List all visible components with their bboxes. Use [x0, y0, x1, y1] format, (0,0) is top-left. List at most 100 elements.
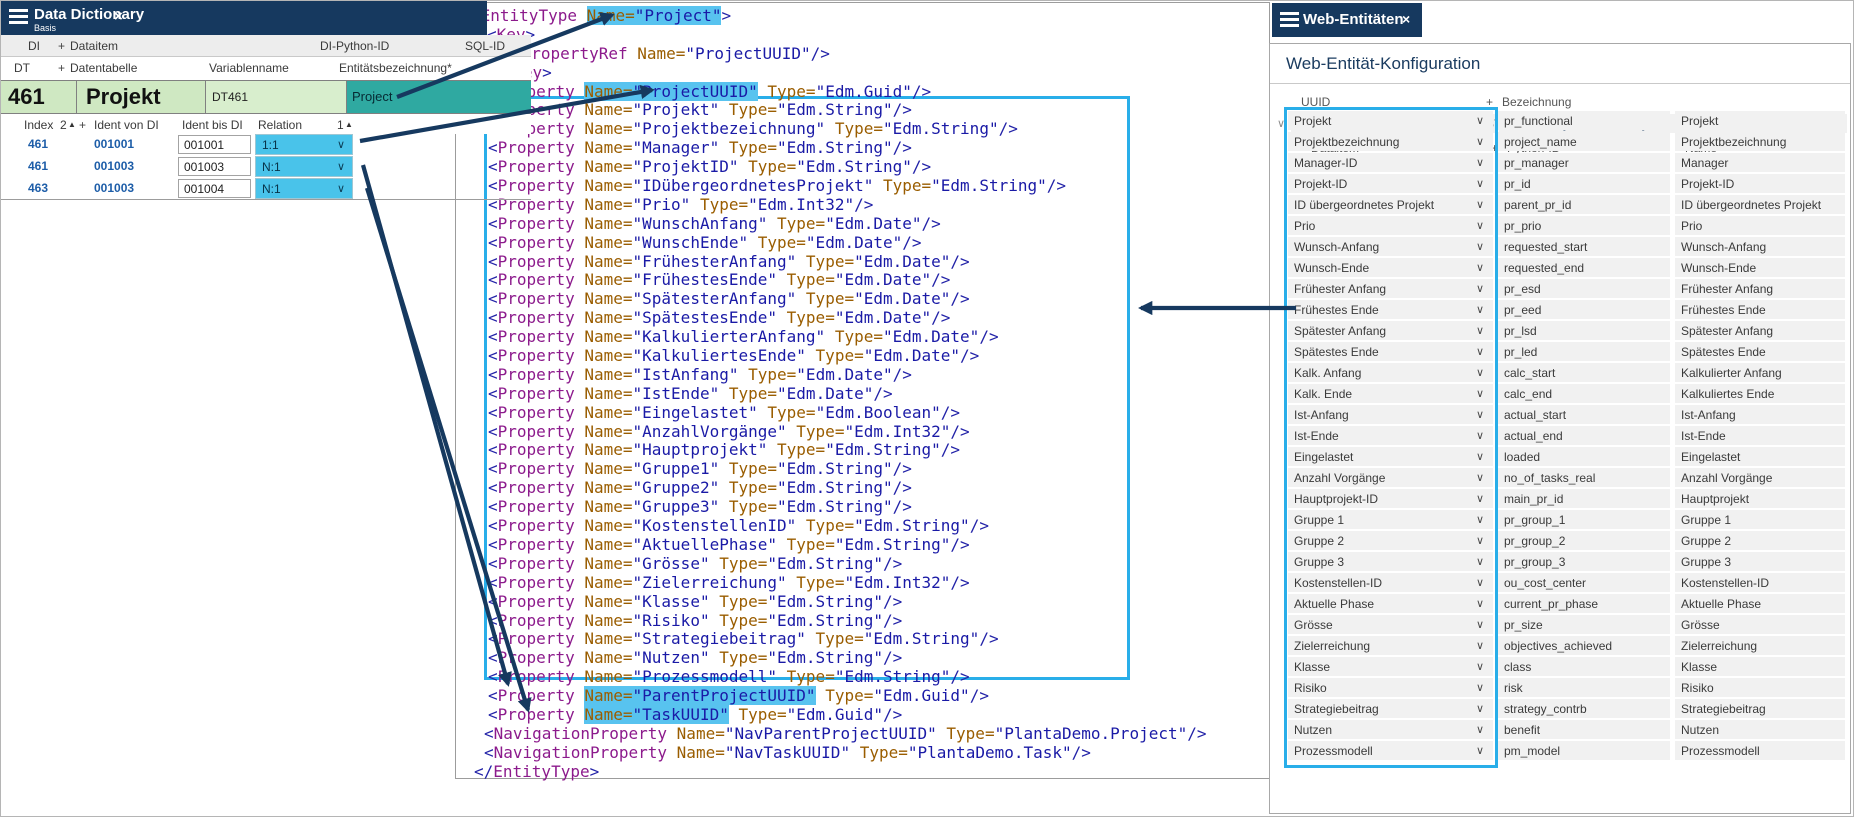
name-cell[interactable]: Kostenstellen-ID: [1675, 573, 1845, 592]
name-cell[interactable]: Aktuelle Phase: [1675, 594, 1845, 613]
python-id-cell[interactable]: risk: [1498, 678, 1670, 697]
ident-bis-di-field[interactable]: 001004: [178, 179, 251, 198]
chevron-down-icon[interactable]: ∨: [1476, 618, 1484, 631]
dataitem-dropdown[interactable]: Hauptprojekt-ID∨: [1288, 489, 1493, 508]
dataitem-dropdown[interactable]: Ist-Ende∨: [1288, 426, 1493, 445]
dataitem-dropdown[interactable]: Projekt-ID∨: [1288, 174, 1493, 193]
ident-bis-di-field[interactable]: 001001: [178, 135, 251, 154]
name-cell[interactable]: Eingelastet: [1675, 447, 1845, 466]
python-id-cell[interactable]: no_of_tasks_real: [1498, 468, 1670, 487]
python-id-cell[interactable]: pr_lsd: [1498, 321, 1670, 340]
python-id-cell[interactable]: pr_led: [1498, 342, 1670, 361]
chevron-down-icon[interactable]: ∨: [1476, 114, 1484, 127]
index-cell[interactable]: 461: [28, 159, 48, 173]
name-cell[interactable]: Kalkuliertes Ende: [1675, 384, 1845, 403]
plus-icon[interactable]: +: [1486, 95, 1493, 109]
python-id-cell[interactable]: pm_model: [1498, 741, 1670, 760]
chevron-down-icon[interactable]: ∨: [1476, 387, 1484, 400]
python-id-cell[interactable]: calc_end: [1498, 384, 1670, 403]
dataitem-dropdown[interactable]: Grösse∨: [1288, 615, 1493, 634]
name-cell[interactable]: Manager: [1675, 153, 1845, 172]
dataitem-dropdown[interactable]: Gruppe 2∨: [1288, 531, 1493, 550]
chevron-down-icon[interactable]: ∨: [1476, 303, 1484, 316]
name-cell[interactable]: Prozessmodell: [1675, 741, 1845, 760]
name-cell[interactable]: Spätestes Ende: [1675, 342, 1845, 361]
name-cell[interactable]: Grösse: [1675, 615, 1845, 634]
dataitem-dropdown[interactable]: Spätester Anfang∨: [1288, 321, 1493, 340]
dataitem-dropdown[interactable]: Nutzen∨: [1288, 720, 1493, 739]
chevron-down-icon[interactable]: ∨: [1476, 408, 1484, 421]
python-id-cell[interactable]: pr_size: [1498, 615, 1670, 634]
python-id-cell[interactable]: parent_pr_id: [1498, 195, 1670, 214]
dataitem-dropdown[interactable]: Prio∨: [1288, 216, 1493, 235]
web-entities-tab[interactable]: Web-Entitäten ×: [1272, 3, 1422, 37]
chevron-down-icon[interactable]: ∨: [1476, 702, 1484, 715]
entitaetsbezeichnung-cell[interactable]: Project: [347, 81, 531, 113]
relation-dropdown[interactable]: 1:1∨: [255, 134, 353, 155]
name-cell[interactable]: Gruppe 2: [1675, 531, 1845, 550]
python-id-cell[interactable]: pr_esd: [1498, 279, 1670, 298]
name-cell[interactable]: Gruppe 3: [1675, 552, 1845, 571]
chevron-down-icon[interactable]: ∨: [1476, 513, 1484, 526]
chevron-down-icon[interactable]: ∨: [1476, 744, 1484, 757]
name-cell[interactable]: Kalkulierter Anfang: [1675, 363, 1845, 382]
relation-dropdown[interactable]: N:1∨: [255, 156, 353, 177]
dataitem-dropdown[interactable]: Kalk. Anfang∨: [1288, 363, 1493, 382]
chevron-down-icon[interactable]: ∨: [1476, 576, 1484, 589]
chevron-down-icon[interactable]: ∨: [1476, 135, 1484, 148]
python-id-cell[interactable]: project_name: [1498, 132, 1670, 151]
dataitem-dropdown[interactable]: Ist-Anfang∨: [1288, 405, 1493, 424]
python-id-cell[interactable]: calc_start: [1498, 363, 1670, 382]
name-cell[interactable]: Projektbezeichnung: [1675, 132, 1845, 151]
dataitem-dropdown[interactable]: Klasse∨: [1288, 657, 1493, 676]
name-cell[interactable]: Nutzen: [1675, 720, 1845, 739]
python-id-cell[interactable]: requested_end: [1498, 258, 1670, 277]
name-cell[interactable]: Hauptprojekt: [1675, 489, 1845, 508]
name-cell[interactable]: Ist-Anfang: [1675, 405, 1845, 424]
dataitem-dropdown[interactable]: Wunsch-Anfang∨: [1288, 237, 1493, 256]
close-icon[interactable]: ×: [114, 8, 123, 25]
datentabelle-cell[interactable]: Projekt: [77, 81, 206, 113]
dataitem-dropdown[interactable]: Strategiebeitrag∨: [1288, 699, 1493, 718]
dataitem-dropdown[interactable]: Eingelastet∨: [1288, 447, 1493, 466]
chevron-down-icon[interactable]: ∨: [1476, 450, 1484, 463]
ident-von-di-cell[interactable]: 001001: [94, 137, 134, 151]
python-id-cell[interactable]: pr_id: [1498, 174, 1670, 193]
data-dictionary-tab[interactable]: Data Dictionary × Basis: [0, 0, 487, 35]
chevron-down-icon[interactable]: ∨: [337, 160, 345, 173]
python-id-cell[interactable]: pr_prio: [1498, 216, 1670, 235]
chevron-down-icon[interactable]: ∨: [1476, 156, 1484, 169]
name-cell[interactable]: Projekt: [1675, 111, 1845, 130]
dt-number-cell[interactable]: 461: [0, 81, 77, 113]
name-cell[interactable]: Projekt-ID: [1675, 174, 1845, 193]
python-id-cell[interactable]: actual_start: [1498, 405, 1670, 424]
python-id-cell[interactable]: pr_group_1: [1498, 510, 1670, 529]
python-id-cell[interactable]: requested_start: [1498, 237, 1670, 256]
dataitem-dropdown[interactable]: Frühestes Ende∨: [1288, 300, 1493, 319]
dataitem-dropdown[interactable]: Gruppe 3∨: [1288, 552, 1493, 571]
dataitem-dropdown[interactable]: Risiko∨: [1288, 678, 1493, 697]
chevron-down-icon[interactable]: ∨: [1476, 555, 1484, 568]
ident-von-di-cell[interactable]: 001003: [94, 181, 134, 195]
close-icon[interactable]: ×: [1402, 11, 1410, 27]
dataitem-dropdown[interactable]: Projektbezeichnung∨: [1288, 132, 1493, 151]
index-cell[interactable]: 463: [28, 181, 48, 195]
plus-icon[interactable]: +: [58, 39, 65, 53]
name-cell[interactable]: Ist-Ende: [1675, 426, 1845, 445]
dataitem-dropdown[interactable]: Manager-ID∨: [1288, 153, 1493, 172]
name-cell[interactable]: Anzahl Vorgänge: [1675, 468, 1845, 487]
name-cell[interactable]: Wunsch-Ende: [1675, 258, 1845, 277]
chevron-down-icon[interactable]: ∨: [1476, 471, 1484, 484]
chevron-down-icon[interactable]: ∨: [1476, 366, 1484, 379]
chevron-down-icon[interactable]: ∨: [1476, 345, 1484, 358]
python-id-cell[interactable]: class: [1498, 657, 1670, 676]
name-cell[interactable]: Gruppe 1: [1675, 510, 1845, 529]
python-id-cell[interactable]: loaded: [1498, 447, 1670, 466]
python-id-cell[interactable]: pr_functional: [1498, 111, 1670, 130]
chevron-down-icon[interactable]: ∨: [1476, 429, 1484, 442]
chevron-down-icon[interactable]: ∨: [1476, 681, 1484, 694]
name-cell[interactable]: Zielerreichung: [1675, 636, 1845, 655]
python-id-cell[interactable]: actual_end: [1498, 426, 1670, 445]
python-id-cell[interactable]: benefit: [1498, 720, 1670, 739]
name-cell[interactable]: Klasse: [1675, 657, 1845, 676]
